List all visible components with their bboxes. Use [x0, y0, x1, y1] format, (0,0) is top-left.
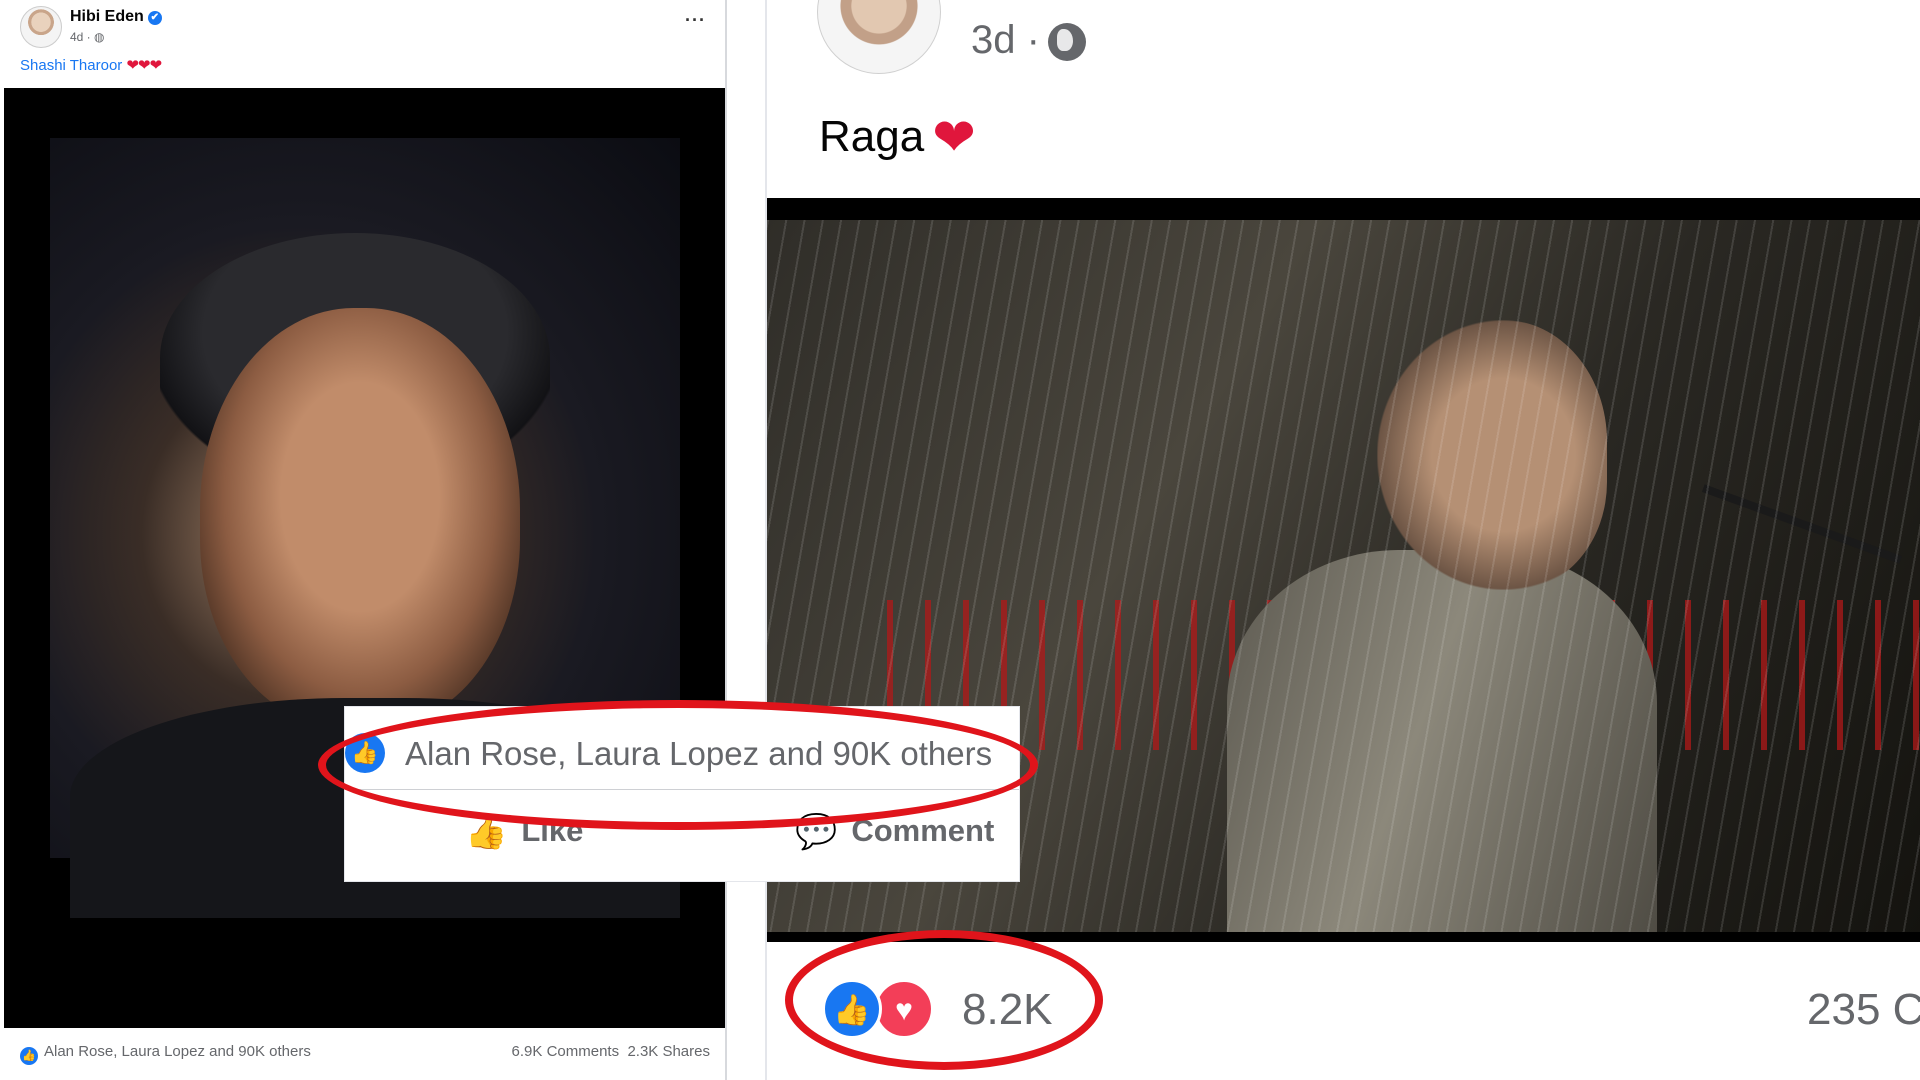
engagement-counts: 6.9K Comments 2.3K Shares: [512, 1043, 710, 1060]
like-reaction-icon: 👍: [20, 1047, 38, 1065]
zoomed-reactions-panel: 👍 Alan Rose, Laura Lopez and 90K others …: [345, 707, 1019, 881]
post-meta: 3d ·: [971, 18, 1086, 63]
hearts-emoji: ❤❤❤: [126, 57, 162, 74]
portrait-face: [200, 308, 520, 728]
author-name-row[interactable]: Hibi Eden ✔: [70, 8, 162, 26]
like-reaction-icon: 👍: [345, 733, 385, 773]
comments-count[interactable]: 235 Cor: [1807, 985, 1920, 1035]
post-footer: 👍 ♥ 8.2K 235 Cor: [822, 975, 1920, 1045]
post-photo[interactable]: [4, 88, 725, 1028]
love-reaction-icon: ♥: [874, 979, 934, 1039]
verified-badge-icon: ✔: [147, 11, 162, 25]
caption-link[interactable]: Shashi Tharoor: [20, 57, 122, 74]
like-button[interactable]: 👍 Like: [465, 812, 583, 852]
post-caption: Shashi Tharoor ❤❤❤: [20, 56, 162, 74]
like-label: Like: [521, 813, 584, 848]
author-avatar[interactable]: [20, 6, 62, 48]
globe-icon: [1047, 23, 1086, 61]
reactions-count[interactable]: 8.2K: [962, 985, 1053, 1035]
reactions-summary[interactable]: Alan Rose, Laura Lopez and 90K others: [405, 735, 992, 773]
like-reaction-icon: 👍: [822, 979, 882, 1039]
post-caption: Raga ❤: [819, 108, 976, 168]
post-timestamp[interactable]: 4d ·: [70, 30, 94, 44]
post-footer: 👍 Alan Rose, Laura Lopez and 90K others 6…: [20, 1043, 710, 1065]
post-timestamp[interactable]: 3d ·: [971, 18, 1040, 62]
post-header: Hibi Eden ✔ 4d · ◍ ···: [20, 6, 710, 48]
heart-emoji: ❤: [932, 109, 976, 167]
comments-count[interactable]: 6.9K Comments: [512, 1043, 620, 1060]
more-options-button[interactable]: ···: [685, 10, 706, 31]
left-post-card: Hibi Eden ✔ 4d · ◍ ··· Shashi Tharoor ❤❤❤…: [0, 0, 727, 1080]
reactions-summary[interactable]: Alan Rose, Laura Lopez and 90K others: [44, 1043, 311, 1060]
comment-button[interactable]: 💬 Comment: [795, 812, 994, 852]
caption-text: Raga: [819, 112, 925, 161]
thumbs-up-icon: 👍: [465, 813, 508, 851]
author-avatar[interactable]: [817, 0, 941, 74]
divider: [345, 789, 1019, 790]
action-bar: 👍 Like 💬 Comment: [345, 812, 1019, 862]
comment-bubble-icon: 💬: [795, 813, 838, 851]
author-name[interactable]: Hibi Eden: [70, 8, 144, 25]
shares-count[interactable]: 2.3K Shares: [627, 1043, 710, 1060]
post-meta: 4d · ◍: [70, 30, 105, 44]
globe-icon: ◍: [94, 30, 105, 44]
comment-label: Comment: [851, 813, 995, 848]
right-post-card: 3d · Raga❤ 👍 ♥ 8.2K 235 Cor: [765, 0, 1920, 1080]
reactions-summary-row: 👍 Alan Rose, Laura Lopez and 90K others: [345, 717, 1019, 777]
